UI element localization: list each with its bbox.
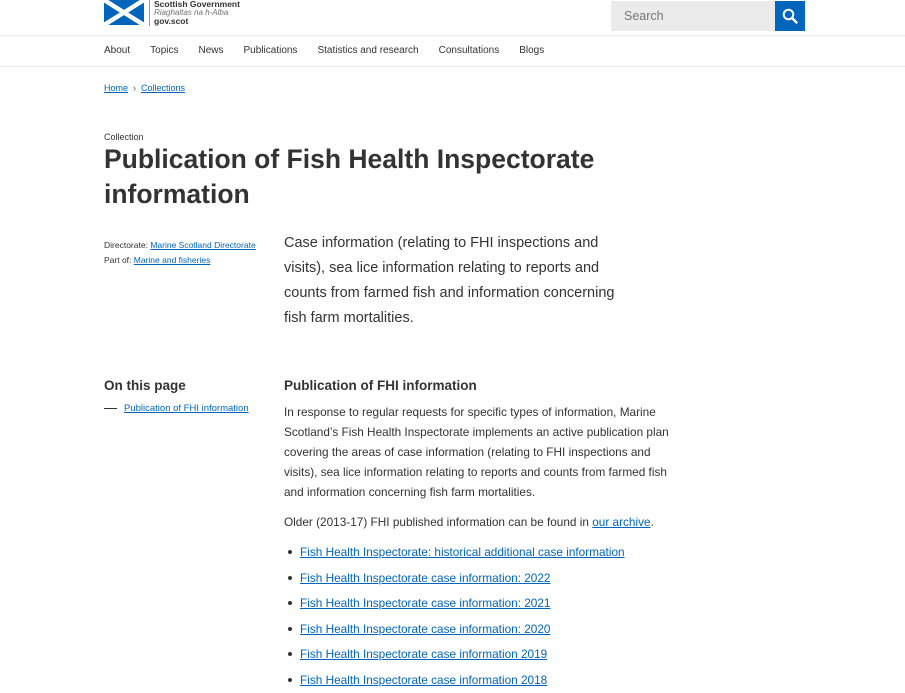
publication-link[interactable]: Fish Health Inspectorate case informatio… (300, 622, 551, 636)
publication-link[interactable]: Fish Health Inspectorate case informatio… (300, 673, 547, 687)
search-button[interactable] (775, 1, 805, 31)
breadcrumb-collections-link[interactable]: Collections (141, 83, 185, 93)
list-item: Fish Health Inspectorate case informatio… (284, 593, 625, 619)
list-item: Fish Health Inspectorate case informatio… (284, 619, 625, 645)
breadcrumb-separator: › (133, 83, 137, 93)
publication-link[interactable]: Fish Health Inspectorate case informatio… (300, 647, 547, 661)
directorate-link[interactable]: Marine Scotland Directorate (150, 240, 255, 250)
publication-links-list: Fish Health Inspectorate: historical add… (284, 542, 625, 693)
publication-link[interactable]: Fish Health Inspectorate: historical add… (300, 545, 625, 559)
list-item: Fish Health Inspectorate case informatio… (284, 568, 625, 594)
breadcrumb-home-link[interactable]: Home (104, 83, 128, 93)
nav-item-about[interactable]: About (104, 45, 130, 56)
site-logo[interactable]: Scottish Government Riaghaltas na h-Alba… (104, 0, 240, 30)
page-kicker: Collection (104, 132, 144, 142)
archive-paragraph: Older (2013-17) FHI published informatio… (284, 512, 684, 532)
page-metadata: Directorate: Marine Scotland Directorate… (104, 238, 256, 268)
nav-item-news[interactable]: News (199, 45, 224, 56)
publication-link[interactable]: Fish Health Inspectorate case informatio… (300, 596, 551, 610)
dash-marker (104, 408, 117, 409)
search-input[interactable] (611, 1, 775, 31)
search-icon (782, 8, 798, 24)
directorate-label: Directorate: (104, 240, 148, 250)
section-heading: Publication of FHI information (284, 378, 477, 393)
page-summary: Case information (relating to FHI inspec… (284, 235, 615, 326)
metadata-directorate: Directorate: Marine Scotland Directorate (104, 238, 256, 253)
site-search (611, 1, 805, 31)
page-title: Publication of Fish Health Inspectorate … (104, 144, 595, 209)
part-of-link[interactable]: Marine and fisheries (134, 255, 211, 265)
logo-divider (149, 0, 150, 26)
main-navigation: About Topics News Publications Statistic… (0, 36, 905, 67)
part-of-label: Part of: (104, 255, 132, 265)
nav-item-topics[interactable]: Topics (150, 45, 178, 56)
nav-item-statistics-and-research[interactable]: Statistics and research (317, 45, 418, 56)
archive-suffix: . (650, 515, 654, 529)
nav-item-blogs[interactable]: Blogs (519, 45, 544, 56)
section-paragraph: In response to regular requests for spec… (284, 405, 669, 499)
nav-item-publications[interactable]: Publications (244, 45, 298, 56)
metadata-part-of: Part of: Marine and fisheries (104, 253, 256, 268)
logo-line-domain: gov.scot (154, 16, 189, 26)
list-item: Fish Health Inspectorate: historical add… (284, 542, 625, 568)
breadcrumb: Home › Collections (104, 83, 185, 93)
site-header: Scottish Government Riaghaltas na h-Alba… (0, 0, 905, 36)
list-item: Fish Health Inspectorate case informatio… (284, 670, 625, 693)
list-item: Fish Health Inspectorate case informatio… (284, 644, 625, 670)
archive-prefix: Older (2013-17) FHI published informatio… (284, 515, 593, 529)
logo-text: Scottish Government Riaghaltas na h-Alba… (154, 0, 240, 26)
nav-item-consultations[interactable]: Consultations (439, 45, 500, 56)
on-this-page-heading: On this page (104, 378, 186, 393)
on-this-page-link[interactable]: Publication of FHI information (124, 403, 249, 414)
saltire-flag-icon (104, 0, 144, 25)
publication-link[interactable]: Fish Health Inspectorate case informatio… (300, 571, 551, 585)
on-this-page-item: Publication of FHI information (104, 403, 249, 414)
archive-link[interactable]: our archive (592, 515, 650, 529)
